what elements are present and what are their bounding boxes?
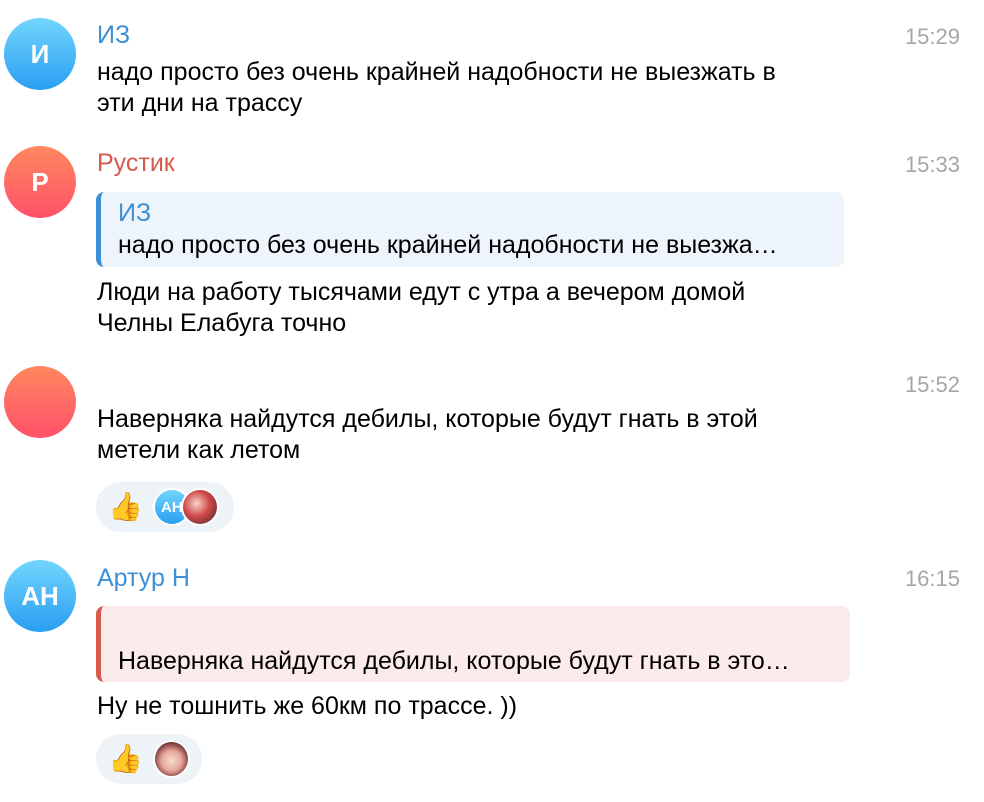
avatar[interactable]: АН	[4, 560, 76, 632]
sender-name[interactable]: Рустик	[97, 148, 175, 178]
sender-name[interactable]: ИЗ	[97, 20, 130, 50]
message-text-line: Люди на работу тысячами едут с утра а ве…	[97, 278, 746, 306]
thumbs-up-icon: 👍	[108, 491, 143, 522]
reaction-chip[interactable]: 👍 АН	[96, 482, 234, 532]
reply-text: Наверняка найдутся дебилы, которые будут…	[118, 647, 790, 675]
reply-quote[interactable]: Наверняка найдутся дебилы, которые будут…	[96, 606, 850, 682]
message-time: 16:15	[904, 566, 960, 591]
sender-name[interactable]: Артур Н	[97, 563, 190, 593]
message-time: 15:29	[904, 24, 960, 49]
reactor-avatar-photo	[180, 488, 219, 526]
message-text-line: метели как летом	[97, 436, 301, 464]
message-time: 15:52	[904, 372, 960, 397]
avatar-initial: И	[30, 38, 50, 69]
avatar-initial: Р	[31, 166, 49, 197]
avatar[interactable]: И	[4, 18, 76, 90]
thumbs-up-icon: 👍	[108, 743, 143, 774]
message-time: 15:33	[904, 152, 960, 177]
reply-text: надо просто без очень крайней надобности…	[118, 231, 778, 259]
message-text-line: эти дни на трассу	[97, 89, 303, 117]
message-text-line: Наверняка найдутся дебилы, которые будут…	[97, 405, 758, 433]
message-text-line: Челны Елабуга точно	[97, 309, 347, 337]
reply-sender-name: ИЗ	[118, 199, 152, 227]
avatar-initial: АН	[21, 580, 59, 611]
message-text[interactable]: надо просто без очень крайней надобности…	[97, 57, 857, 119]
avatar[interactable]: Р	[4, 146, 76, 218]
message-text-line: Ну не тошнить же 60км по трассе. ))	[97, 692, 518, 720]
reaction-chip[interactable]: 👍	[96, 734, 202, 784]
message-text[interactable]: Наверняка найдутся дебилы, которые будут…	[97, 404, 857, 466]
message-text-line: надо просто без очень крайней надобности…	[97, 58, 776, 86]
reactor-avatar-photo	[152, 740, 190, 778]
message-text[interactable]: Люди на работу тысячами едут с утра а ве…	[97, 277, 857, 339]
reply-quote[interactable]: ИЗ надо просто без очень крайней надобно…	[96, 192, 844, 267]
message-text[interactable]: Ну не тошнить же 60км по трассе. ))	[97, 691, 857, 722]
avatar[interactable]	[4, 366, 76, 438]
